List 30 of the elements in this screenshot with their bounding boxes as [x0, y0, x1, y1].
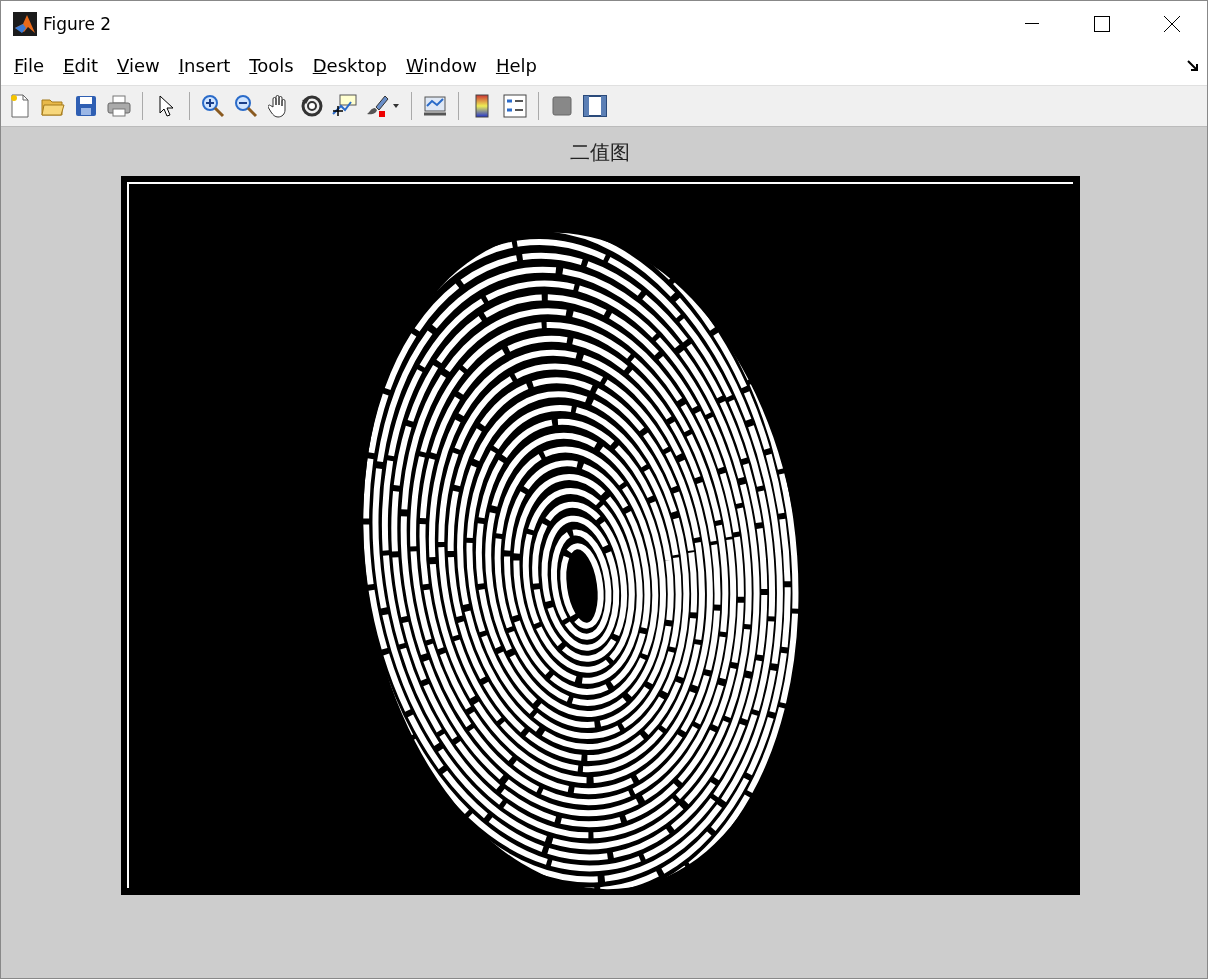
minimize-icon — [1025, 22, 1039, 25]
pointer-icon — [158, 95, 174, 117]
brush-icon — [365, 94, 401, 118]
rotate-icon — [300, 94, 324, 118]
app-logo-icon — [13, 11, 37, 36]
toolbar-button[interactable] — [500, 91, 530, 121]
zoom-in-icon — [201, 94, 225, 118]
panel-icon — [552, 96, 572, 116]
printer-icon — [107, 95, 131, 117]
new-file-icon — [9, 94, 31, 118]
menu-item[interactable]: View — [108, 55, 169, 76]
menu-item[interactable]: Help — [486, 55, 546, 76]
menu-item[interactable]: Tools — [240, 55, 303, 76]
zoom-out-icon — [234, 94, 258, 118]
dock-arrow-icon[interactable] — [1187, 59, 1199, 72]
menu-item[interactable]: File — [5, 55, 54, 76]
axes-title: 二值图 — [570, 139, 630, 166]
colorbar-icon — [475, 94, 489, 118]
close-icon — [1164, 15, 1180, 32]
menu-item[interactable]: Insert — [169, 55, 240, 76]
panels-icon — [583, 95, 607, 117]
menu-item[interactable]: Desktop — [303, 55, 396, 76]
save-icon — [75, 95, 97, 117]
data-cursor-icon — [332, 94, 358, 118]
linked-plot-icon — [422, 94, 448, 118]
window-title: Figure 2 — [43, 13, 113, 34]
menu-item[interactable]: Edit — [54, 55, 107, 76]
legend-icon — [503, 94, 527, 118]
menu-item[interactable]: Window — [396, 55, 486, 76]
maximize-icon — [1094, 15, 1110, 32]
